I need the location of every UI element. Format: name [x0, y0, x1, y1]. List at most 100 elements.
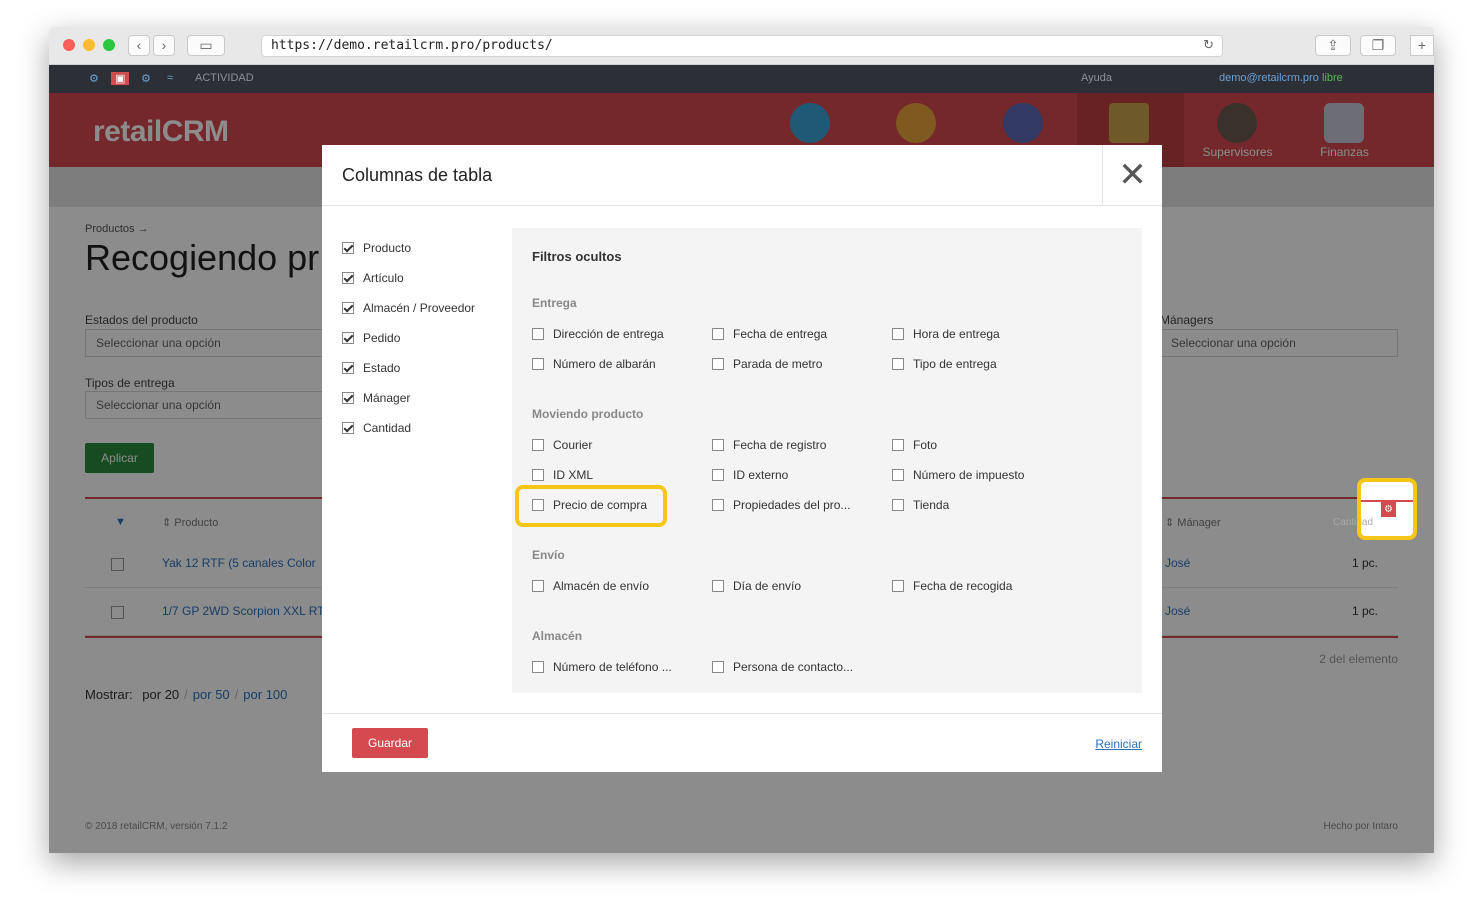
option-item[interactable]: Hora de entrega [892, 327, 1000, 341]
reload-icon[interactable]: ↻ [1203, 36, 1214, 56]
column-item-pedido[interactable]: Pedido [342, 331, 400, 345]
url-text: https://demo.retailcrm.pro/products/ [271, 38, 553, 53]
option-label: Foto [913, 438, 938, 452]
option-label: Fecha de entrega [733, 327, 828, 341]
option-item[interactable]: Fecha de entrega [712, 327, 827, 341]
chart-small-icon[interactable]: ≈ [167, 72, 173, 84]
help-link[interactable]: Ayuda [1081, 72, 1112, 84]
option-item[interactable]: Tipo de entrega [892, 357, 997, 371]
option-item[interactable]: Fecha de registro [712, 438, 826, 452]
checkbox[interactable] [712, 580, 724, 592]
option-item[interactable]: Número de impuesto [892, 468, 1024, 482]
section-moviendo-producto: Moviendo producto [532, 407, 644, 421]
column-label: Artículo [363, 271, 404, 285]
option-item[interactable]: ID XML [532, 468, 593, 482]
checkbox[interactable] [712, 469, 724, 481]
activity-link[interactable]: ACTIVIDAD [195, 72, 254, 84]
option-item[interactable]: Fecha de recogida [892, 579, 1012, 593]
option-label: Número de albarán [553, 357, 656, 371]
highlight-gear [1357, 478, 1417, 540]
checkbox[interactable] [892, 328, 904, 340]
zoom-window-button[interactable] [103, 39, 115, 51]
checkbox-checked[interactable] [342, 392, 354, 404]
checkbox[interactable] [892, 439, 904, 451]
option-label: ID externo [733, 468, 789, 482]
checkbox[interactable] [892, 580, 904, 592]
tabs-icon[interactable]: ❐ [1360, 35, 1396, 56]
reset-link[interactable]: Reiniciar [1095, 737, 1142, 751]
checkbox[interactable] [892, 469, 904, 481]
user-email[interactable]: demo@retailcrm.pro [1219, 72, 1319, 84]
column-item-cantidad[interactable]: Cantidad [342, 421, 411, 435]
gear-small-icon[interactable]: ⚙ [141, 72, 151, 85]
checkbox[interactable] [532, 661, 544, 673]
modal-divider [322, 205, 1162, 206]
close-window-button[interactable] [63, 39, 75, 51]
option-item[interactable]: Número de teléfono ... [532, 660, 672, 674]
checkbox[interactable] [712, 328, 724, 340]
checkbox[interactable] [712, 358, 724, 370]
checkbox[interactable] [712, 661, 724, 673]
checkbox-checked[interactable] [342, 422, 354, 434]
option-label: Almacén de envío [553, 579, 650, 593]
checkbox-checked[interactable] [342, 332, 354, 344]
option-item[interactable]: Almacén de envío [532, 579, 649, 593]
column-label: Estado [363, 361, 401, 375]
option-item[interactable]: Dirección de entrega [532, 327, 664, 341]
column-item-manager[interactable]: Mánager [342, 391, 410, 405]
share-icon[interactable]: ⇪ [1315, 35, 1351, 56]
checkbox[interactable] [532, 439, 544, 451]
checkbox[interactable] [532, 358, 544, 370]
option-item[interactable]: Parada de metro [712, 357, 822, 371]
option-label: ID XML [553, 468, 594, 482]
sidebar-icon[interactable]: ▭ [187, 35, 225, 56]
option-item[interactable]: ID externo [712, 468, 788, 482]
address-bar[interactable]: https://demo.retailcrm.pro/products/ ↻ [261, 35, 1223, 57]
close-icon[interactable]: ✕ [1102, 145, 1162, 206]
checkbox-checked[interactable] [342, 362, 354, 374]
forward-icon[interactable]: › [153, 35, 175, 56]
option-item[interactable]: Tienda [892, 498, 949, 512]
option-item[interactable]: Persona de contacto... [712, 660, 853, 674]
option-item[interactable]: Propiedades del pro... [712, 498, 850, 512]
option-item[interactable]: Courier [532, 438, 592, 452]
option-item[interactable]: Día de envío [712, 579, 801, 593]
option-label: Courier [553, 438, 593, 452]
option-label: Número de teléfono ... [553, 660, 672, 674]
column-label: Pedido [363, 331, 401, 345]
back-icon[interactable]: ‹ [128, 35, 150, 56]
checkbox[interactable] [892, 358, 904, 370]
checkbox-checked[interactable] [342, 242, 354, 254]
column-item-producto[interactable]: Producto [342, 241, 411, 255]
browser-toolbar: ‹ › ▭ https://demo.retailcrm.pro/product… [49, 27, 1434, 65]
checkbox[interactable] [532, 580, 544, 592]
checkbox-checked[interactable] [342, 272, 354, 284]
option-item[interactable]: Número de albarán [532, 357, 656, 371]
option-label: Persona de contacto... [733, 660, 854, 674]
new-tab-icon[interactable]: + [1410, 35, 1434, 56]
column-item-estado[interactable]: Estado [342, 361, 400, 375]
settings-icon[interactable]: ⚙ [89, 72, 99, 85]
modal-title: Columnas de tabla [342, 165, 493, 185]
option-label: Propiedades del pro... [733, 498, 851, 512]
option-item[interactable]: Foto [892, 438, 937, 452]
save-button[interactable]: Guardar [352, 728, 428, 758]
section-almacen: Almacén [532, 629, 583, 643]
checkbox[interactable] [892, 499, 904, 511]
section-entrega: Entrega [532, 296, 577, 310]
cart-small-icon[interactable]: ▣ [111, 72, 130, 85]
hidden-filters-title: Filtros ocultos [532, 249, 622, 264]
column-label: Cantidad [363, 421, 412, 435]
checkbox[interactable] [712, 439, 724, 451]
column-label: Almacén / Proveedor [363, 301, 476, 315]
checkbox-checked[interactable] [342, 302, 354, 314]
option-label: Hora de entrega [913, 327, 1000, 341]
checkbox[interactable] [712, 499, 724, 511]
option-label: Fecha de registro [733, 438, 827, 452]
minimize-window-button[interactable] [83, 39, 95, 51]
checkbox[interactable] [532, 469, 544, 481]
checkbox[interactable] [532, 328, 544, 340]
option-label: Parada de metro [733, 357, 823, 371]
column-item-articulo[interactable]: Artículo [342, 271, 404, 285]
column-item-almacen-proveedor[interactable]: Almacén / Proveedor [342, 301, 475, 315]
